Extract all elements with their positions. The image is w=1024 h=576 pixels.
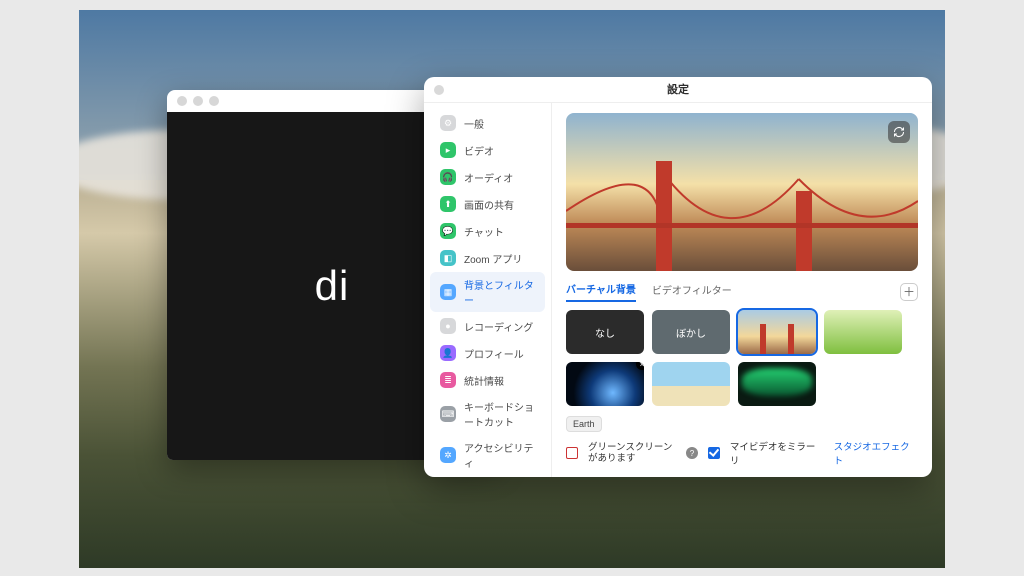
settings-window: 設定 ⚙ 一般 ▸ ビデオ 🎧 オーディオ ⬆ 画面の共有 💬 チャット ◧ Zoom アプリ ▦ 背景と… [424, 77, 932, 477]
sidebar-item-5[interactable]: ◧ Zoom アプリ [430, 245, 545, 271]
sidebar-icon: 🎧 [440, 169, 456, 185]
thumb-earth[interactable]: × [566, 362, 644, 406]
green-screen-checkbox[interactable] [566, 447, 578, 459]
sidebar-icon: 👤 [440, 345, 456, 361]
rotate-camera-button[interactable] [888, 121, 910, 143]
settings-title-text: 設定 [667, 84, 689, 96]
traffic-light-min[interactable] [193, 96, 203, 106]
thumb-bridge[interactable] [738, 310, 816, 354]
add-background-button[interactable]: ＋ [900, 283, 918, 301]
settings-sidebar: ⚙ 一般 ▸ ビデオ 🎧 オーディオ ⬆ 画面の共有 💬 チャット ◧ Zoom アプリ ▦ 背景とフィル… [424, 103, 552, 477]
sidebar-icon: ▸ [440, 142, 456, 158]
sidebar-item-label: アクセシビリティ [464, 440, 535, 470]
sidebar-icon: 💬 [440, 223, 456, 239]
sidebar-item-label: Zoom アプリ [464, 251, 522, 266]
sidebar-icon: ⬆ [440, 196, 456, 212]
thumb-beach[interactable] [652, 362, 730, 406]
sidebar-icon: ✲ [440, 447, 456, 463]
traffic-light-max[interactable] [209, 96, 219, 106]
background-thumbnails: なし ぼかし × [566, 310, 918, 406]
studio-effects-link[interactable]: スタジオエフェクト [834, 439, 918, 467]
thumb-tooltip: Earth [566, 416, 602, 432]
background-filters-panel: バーチャル背景 ビデオフィルター ＋ なし ぼかし × Earth [552, 103, 932, 477]
background-footer: グリーンスクリーンがあります ? マイビデオをミラーリ スタジオエフェクト [566, 429, 918, 467]
thumb-none[interactable]: なし [566, 310, 644, 354]
sidebar-item-label: レコーディング [464, 319, 533, 334]
sidebar-item-0[interactable]: ⚙ 一般 [430, 110, 545, 136]
thumb-blur[interactable]: ぼかし [652, 310, 730, 354]
sidebar-item-4[interactable]: 💬 チャット [430, 218, 545, 244]
background-preview [566, 113, 918, 271]
sidebar-icon: ≣ [440, 372, 456, 388]
desktop-wallpaper: di 設定 ⚙ 一般 ▸ ビデオ 🎧 オーディオ ⬆ 画面の共有 💬 チャット ◧ Zoom アプリ ▦… [79, 10, 945, 568]
sidebar-icon: ⚙ [440, 115, 456, 131]
sidebar-item-10[interactable]: ⌨ キーボードショートカット [430, 394, 545, 434]
video-overlay-text: di [315, 262, 350, 310]
close-icon[interactable] [434, 85, 444, 95]
sidebar-item-label: 背景とフィルター [464, 277, 535, 307]
sidebar-item-3[interactable]: ⬆ 画面の共有 [430, 191, 545, 217]
sidebar-item-7[interactable]: ● レコーディング [430, 313, 545, 339]
sidebar-item-6[interactable]: ▦ 背景とフィルター [430, 272, 545, 312]
sidebar-icon: ● [440, 318, 456, 334]
sidebar-icon: ⌨ [440, 406, 456, 422]
sidebar-item-label: チャット [464, 224, 504, 239]
green-screen-label: グリーンスクリーンがあります [588, 442, 676, 465]
sidebar-item-1[interactable]: ▸ ビデオ [430, 137, 545, 163]
traffic-light-close[interactable] [177, 96, 187, 106]
sidebar-item-11[interactable]: ✲ アクセシビリティ [430, 435, 545, 475]
tab-virtual-background[interactable]: バーチャル背景 [566, 281, 636, 302]
sidebar-item-label: 画面の共有 [464, 197, 514, 212]
background-tabs: バーチャル背景 ビデオフィルター ＋ [566, 281, 918, 302]
sidebar-item-label: オーディオ [464, 170, 513, 185]
help-icon[interactable]: ? [686, 447, 698, 459]
sidebar-item-label: 統計情報 [464, 373, 504, 388]
sidebar-item-label: ビデオ [464, 143, 494, 158]
sidebar-item-2[interactable]: 🎧 オーディオ [430, 164, 545, 190]
sidebar-item-9[interactable]: ≣ 統計情報 [430, 367, 545, 393]
tab-video-filters[interactable]: ビデオフィルター [652, 282, 732, 301]
sidebar-item-label: キーボードショートカット [464, 399, 535, 429]
mirror-video-label: マイビデオをミラーリ [730, 439, 824, 467]
settings-title: 設定 [424, 77, 932, 103]
sidebar-item-label: プロフィール [464, 346, 524, 361]
mirror-video-checkbox[interactable] [708, 447, 720, 459]
thumb-grass[interactable] [824, 310, 902, 354]
sidebar-item-label: 一般 [464, 116, 484, 131]
sidebar-icon: ▦ [440, 284, 456, 300]
sidebar-item-8[interactable]: 👤 プロフィール [430, 340, 545, 366]
sidebar-icon: ◧ [440, 250, 456, 266]
delete-thumb-icon[interactable]: × [636, 362, 644, 370]
thumb-aurora[interactable] [738, 362, 816, 406]
